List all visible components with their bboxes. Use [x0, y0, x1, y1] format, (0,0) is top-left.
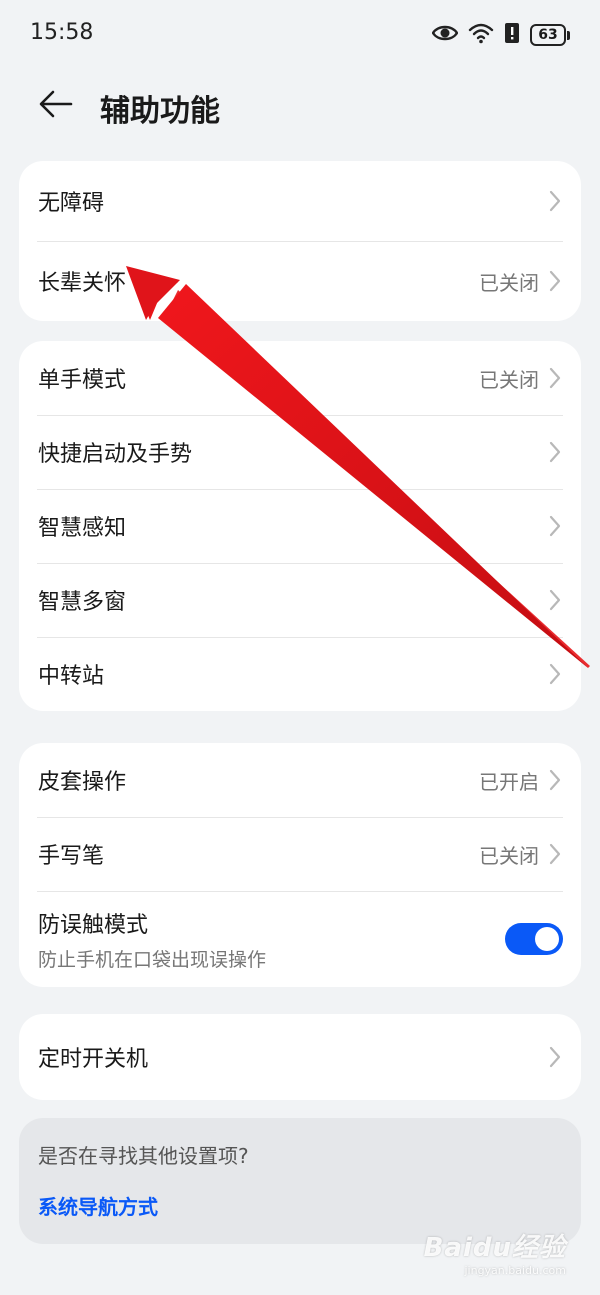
chevron-right-icon [549, 367, 563, 389]
chevron-right-icon [549, 843, 563, 865]
setting-item-stylus[interactable]: 手写笔 已关闭 [19, 817, 581, 891]
toggle-knob [535, 927, 559, 951]
anti-mistouch-toggle[interactable] [505, 923, 563, 955]
eye-icon [431, 23, 459, 47]
status-bar: 15:58 63 [0, 0, 600, 70]
header: 辅助功能 [0, 70, 600, 146]
setting-label: 快捷启动及手势 [38, 442, 193, 467]
setting-label: 皮套操作 [38, 770, 127, 795]
setting-value: 已开启 [479, 769, 539, 794]
chevron-right-icon [549, 515, 563, 537]
setting-item-elder-care[interactable]: 长辈关怀 已关闭 [19, 241, 581, 321]
settings-group-2: 单手模式 已关闭 快捷启动及手势 智慧感知 智慧多窗 中转站 [19, 341, 581, 711]
setting-label: 无障碍 [38, 191, 105, 216]
suggestion-card: 是否在寻找其他设置项? 系统导航方式 [19, 1118, 581, 1244]
setting-value: 已关闭 [479, 843, 539, 868]
setting-value: 已关闭 [479, 270, 539, 295]
setting-item-accessibility[interactable]: 无障碍 [19, 161, 581, 241]
setting-label: 智慧感知 [38, 516, 127, 541]
chevron-right-icon [549, 589, 563, 611]
suggestion-title: 是否在寻找其他设置项? [38, 1144, 249, 1168]
status-time: 15:58 [30, 20, 94, 45]
watermark-sub: jingyan.baidu.com [464, 1264, 566, 1277]
setting-label: 手写笔 [38, 844, 105, 869]
setting-item-transfer-station[interactable]: 中转站 [19, 637, 581, 711]
setting-subtitle: 防止手机在口袋出现误操作 [38, 948, 267, 971]
watermark-main: Baidu经验 [423, 1233, 566, 1263]
chevron-right-icon [549, 769, 563, 791]
setting-item-one-hand-mode[interactable]: 单手模式 已关闭 [19, 341, 581, 415]
setting-value: 已关闭 [479, 367, 539, 392]
battery-level: 63 [530, 24, 566, 46]
setting-item-smart-sensing[interactable]: 智慧感知 [19, 489, 581, 563]
setting-label: 长辈关怀 [38, 271, 127, 296]
baidu-watermark: Baidu经验 jingyan.baidu.com [424, 1227, 566, 1277]
alert-icon [504, 22, 520, 48]
status-icons: 63 [431, 20, 570, 50]
setting-label: 单手模式 [38, 368, 127, 393]
setting-item-scheduled-power[interactable]: 定时开关机 [19, 1014, 581, 1100]
setting-item-shortcuts-gestures[interactable]: 快捷启动及手势 [19, 415, 581, 489]
system-navigation-link[interactable]: 系统导航方式 [38, 1191, 158, 1220]
back-button[interactable] [34, 84, 78, 128]
wifi-icon [468, 22, 494, 48]
chevron-right-icon [549, 663, 563, 685]
setting-item-anti-mistouch: 防误触模式 防止手机在口袋出现误操作 [19, 891, 581, 987]
setting-item-smart-multiwindow[interactable]: 智慧多窗 [19, 563, 581, 637]
setting-label: 智慧多窗 [38, 590, 127, 615]
setting-label: 中转站 [38, 664, 105, 689]
setting-label: 防误触模式 [38, 912, 149, 938]
chevron-right-icon [549, 190, 563, 212]
settings-group-4: 定时开关机 [19, 1014, 581, 1100]
setting-item-case-operation[interactable]: 皮套操作 已开启 [19, 743, 581, 817]
battery-icon: 63 [530, 24, 570, 46]
back-arrow-icon [39, 90, 73, 122]
page-title: 辅助功能 [100, 94, 220, 129]
setting-label: 定时开关机 [38, 1047, 149, 1072]
settings-group-3: 皮套操作 已开启 手写笔 已关闭 防误触模式 防止手机在口袋出现误操作 [19, 743, 581, 987]
chevron-right-icon [549, 1046, 563, 1068]
chevron-right-icon [549, 270, 563, 292]
chevron-right-icon [549, 441, 563, 463]
settings-group-1: 无障碍 长辈关怀 已关闭 [19, 161, 581, 321]
